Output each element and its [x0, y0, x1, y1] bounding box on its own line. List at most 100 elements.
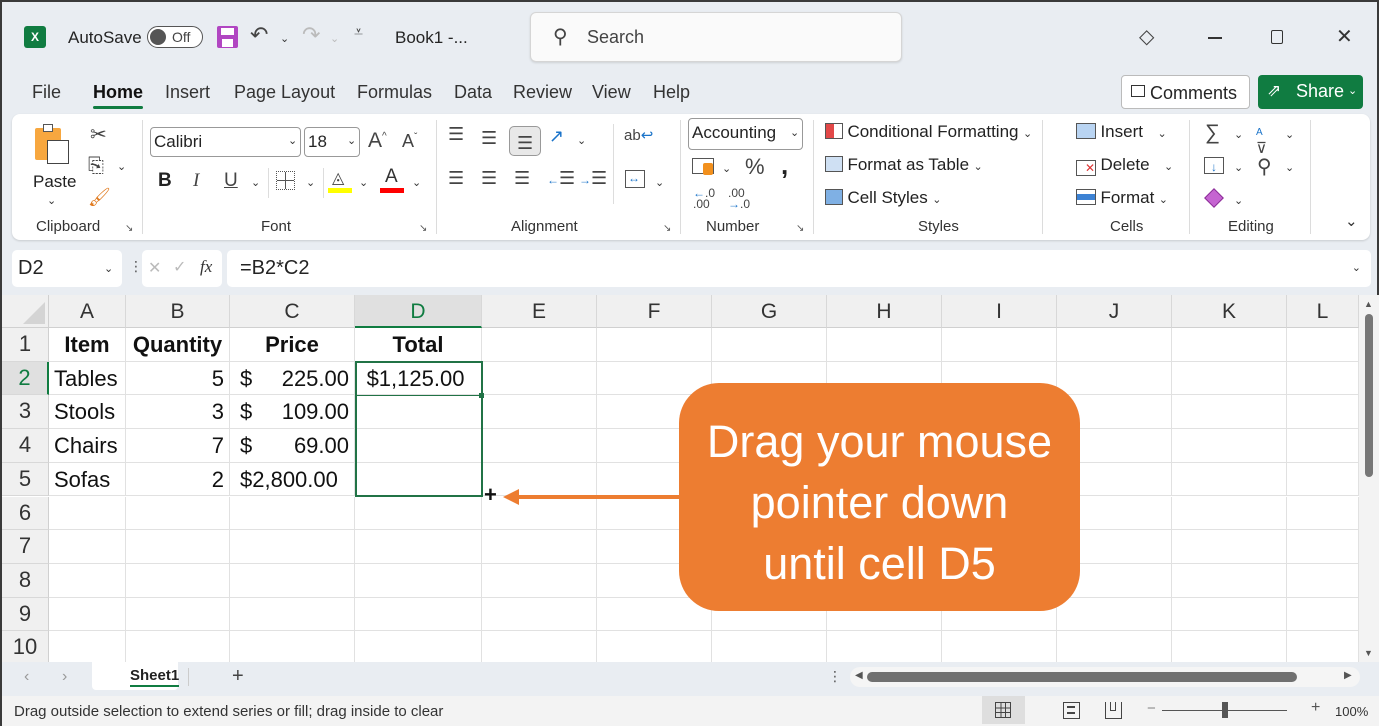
cell-A4[interactable]: Chairs — [49, 429, 126, 463]
copy-dropdown-icon[interactable]: ⌄ — [117, 160, 126, 173]
tab-review[interactable]: Review — [513, 82, 572, 103]
close-icon[interactable]: ✕ — [1336, 24, 1353, 49]
increase-font-size-icon[interactable]: A^ — [368, 129, 387, 153]
select-all-button[interactable] — [2, 295, 49, 328]
paste-dropdown-icon[interactable]: ⌄ — [47, 194, 56, 207]
comments-button[interactable]: Comments — [1121, 75, 1250, 109]
enter-icon[interactable]: ✓ — [173, 257, 186, 277]
cell-K7[interactable] — [1172, 530, 1287, 564]
increase-indent-icon[interactable]: →☰ — [579, 168, 607, 189]
scroll-right-icon[interactable]: ▶ — [1344, 670, 1352, 681]
sort-filter-icon[interactable]: A ⊽ — [1256, 122, 1267, 157]
merge-center-icon[interactable]: ↔ — [625, 170, 645, 188]
cell-E9[interactable] — [482, 597, 597, 632]
row-header-4[interactable]: 4 — [2, 429, 49, 463]
cell-L9[interactable] — [1287, 597, 1359, 632]
find-select-icon[interactable]: ⚲ — [1257, 154, 1272, 179]
formula-bar-resize-icon[interactable]: ⋮ — [129, 258, 143, 275]
cell-J9[interactable] — [1057, 597, 1172, 632]
font-color-icon[interactable]: A — [380, 166, 404, 194]
customize-toolbar-icon[interactable]: ⩡ — [354, 24, 363, 42]
cell-D7[interactable] — [355, 530, 482, 564]
cell-C6[interactable] — [230, 496, 355, 531]
tab-page-layout[interactable]: Page Layout — [234, 82, 335, 103]
align-right-icon[interactable]: ☰ — [514, 168, 530, 189]
middle-align-icon[interactable]: ☰ — [481, 128, 497, 149]
autosum-dropdown-icon[interactable]: ⌄ — [1234, 128, 1243, 141]
row-header-1[interactable]: 1 — [2, 328, 49, 362]
row-header-2[interactable]: 2 — [2, 361, 49, 396]
cell-H10[interactable] — [827, 631, 942, 662]
cell-C8[interactable] — [230, 563, 355, 598]
premium-diamond-icon[interactable]: ◇ — [1139, 24, 1154, 49]
cell-E6[interactable] — [482, 496, 597, 531]
cell-E4[interactable] — [482, 429, 597, 463]
cell-J1[interactable] — [1057, 328, 1172, 362]
cell-E10[interactable] — [482, 631, 597, 662]
merge-dropdown-icon[interactable]: ⌄ — [655, 176, 664, 189]
bold-icon[interactable]: B — [158, 170, 172, 192]
cell-K4[interactable] — [1172, 429, 1287, 463]
row-header-10[interactable]: 10 — [2, 631, 49, 662]
cell-C2[interactable]: $225.00 — [230, 361, 355, 396]
cell-K2[interactable] — [1172, 361, 1287, 396]
row-header-5[interactable]: 5 — [2, 462, 49, 497]
cell-B9[interactable] — [126, 597, 230, 632]
font-name-select[interactable]: Calibri ⌄ — [150, 127, 301, 157]
cell-L6[interactable] — [1287, 496, 1359, 531]
zoom-slider-thumb[interactable] — [1221, 702, 1228, 718]
vertical-scroll-thumb[interactable] — [1365, 314, 1373, 477]
font-color-dropdown-icon[interactable]: ⌄ — [412, 176, 421, 189]
sheet-tab-sheet1[interactable]: Sheet1 — [92, 662, 180, 690]
autosave-toggle[interactable]: Off — [147, 26, 203, 48]
cell-B4[interactable]: 7 — [126, 429, 230, 463]
cell-G10[interactable] — [712, 631, 827, 662]
column-header-E[interactable]: E — [482, 295, 597, 328]
undo-icon[interactable]: ↶ — [250, 22, 268, 48]
accounting-dropdown-icon[interactable]: ⌄ — [722, 162, 731, 175]
orientation-icon[interactable]: ↗ — [549, 126, 564, 147]
redo-icon[interactable]: ↷ — [302, 22, 320, 48]
cell-F10[interactable] — [597, 631, 712, 662]
cell-K5[interactable] — [1172, 462, 1287, 497]
cell-A1[interactable]: Item — [49, 328, 126, 362]
font-size-select[interactable]: 18 ⌄ — [304, 127, 360, 157]
fill-color-icon[interactable]: ◬ — [328, 168, 352, 194]
cell-K10[interactable] — [1172, 631, 1287, 662]
cell-I10[interactable] — [942, 631, 1057, 662]
cell-L1[interactable] — [1287, 328, 1359, 362]
share-dropdown-icon[interactable]: ⌄ — [1348, 84, 1357, 97]
cell-C9[interactable] — [230, 597, 355, 632]
cell-L4[interactable] — [1287, 429, 1359, 463]
cell-E8[interactable] — [482, 563, 597, 598]
conditional-formatting-button[interactable]: Conditional Formatting ⌄ — [825, 122, 1032, 142]
cell-B8[interactable] — [126, 563, 230, 598]
cell-C10[interactable] — [230, 631, 355, 662]
cell-J2[interactable] — [1057, 361, 1172, 396]
column-header-C[interactable]: C — [230, 295, 355, 328]
cell-A6[interactable] — [49, 496, 126, 531]
italic-icon[interactable]: I — [193, 170, 199, 192]
cell-D1[interactable]: Total — [355, 328, 482, 362]
row-header-3[interactable]: 3 — [2, 395, 49, 430]
cell-K8[interactable] — [1172, 563, 1287, 598]
cell-D2[interactable]: $1,125.00 — [355, 361, 482, 396]
column-header-K[interactable]: K — [1172, 295, 1287, 328]
cell-E7[interactable] — [482, 530, 597, 564]
cell-K9[interactable] — [1172, 597, 1287, 632]
fill-icon[interactable]: ↓ — [1204, 157, 1224, 174]
row-header-9[interactable]: 9 — [2, 597, 49, 632]
wrap-text-icon[interactable]: ab↩ — [624, 126, 653, 144]
cell-L10[interactable] — [1287, 631, 1359, 662]
column-header-L[interactable]: L — [1287, 295, 1359, 328]
vertical-scrollbar[interactable]: ▲ ▼ — [1359, 295, 1379, 662]
normal-view-button[interactable] — [982, 696, 1025, 724]
cell-A10[interactable] — [49, 631, 126, 662]
formula-input[interactable]: =B2*C2 ⌄ — [227, 250, 1371, 287]
share-button[interactable]: ⇗ Share ⌄ — [1258, 75, 1363, 109]
redo-dropdown-icon[interactable]: ⌄ — [330, 32, 339, 45]
paste-label[interactable]: Paste — [33, 172, 76, 192]
underline-icon[interactable]: U — [224, 170, 238, 192]
scroll-left-icon[interactable]: ◀ — [855, 670, 863, 681]
find-dropdown-icon[interactable]: ⌄ — [1285, 161, 1294, 174]
